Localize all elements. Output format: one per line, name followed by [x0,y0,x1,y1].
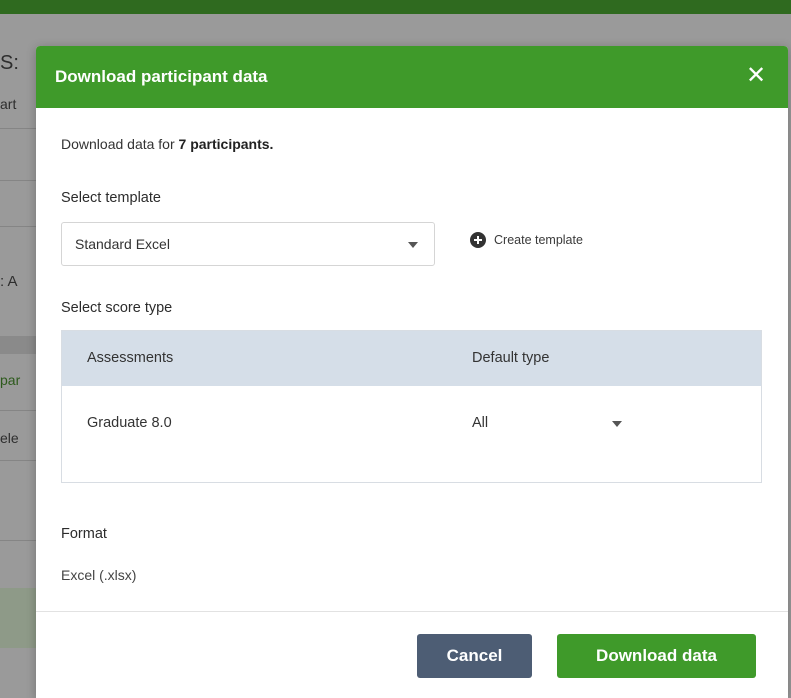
select-score-type-label: Select score type [61,300,173,316]
background-text-fragment: : A [0,273,18,290]
background-top-bar [0,0,791,14]
format-value: Excel (.xlsx) [61,567,137,583]
template-select[interactable]: Standard Excel [61,222,435,266]
create-template-link[interactable]: Create template [470,232,583,248]
background-divider [0,226,40,227]
background-text-fragment: ele [0,430,19,446]
background-block [0,336,40,354]
dialog-title: Download participant data [55,67,268,86]
close-icon[interactable]: ✕ [744,64,768,88]
assessment-name-cell: Graduate 8.0 [87,415,172,431]
background-divider [0,128,40,129]
background-block [0,588,40,648]
chevron-down-icon [408,242,418,248]
participant-count-text: Download data for 7 participants. [61,136,273,152]
background-divider [0,460,40,461]
chevron-down-icon [612,421,622,427]
background-divider [0,410,40,411]
dialog-footer-divider [36,611,788,612]
select-template-label: Select template [61,190,161,206]
score-type-table: Assessments Default type Graduate 8.0 Al… [61,330,762,483]
download-data-button[interactable]: Download data [557,634,756,678]
participant-count: 7 participants. [178,136,274,152]
default-type-column-header: Default type [472,350,550,366]
default-type-select[interactable]: All [472,407,642,441]
background-divider [0,540,40,541]
background-heading-fragment: S: [0,52,19,74]
background-link-fragment: par [0,372,21,388]
table-header-row: Assessments Default type [62,331,761,386]
download-participant-data-dialog: Download participant data ✕ Download dat… [36,46,788,698]
assessments-column-header: Assessments [87,350,174,366]
dialog-header: Download participant data ✕ [36,46,788,108]
intro-prefix: Download data for [61,136,179,152]
background-text-fragment: art [0,96,17,112]
cancel-button[interactable]: Cancel [417,634,532,678]
default-type-value: All [472,415,489,431]
background-divider [0,180,40,181]
format-label: Format [61,526,107,542]
template-select-value: Standard Excel [75,236,170,252]
create-template-label: Create template [494,233,583,247]
plus-circle-icon [470,232,486,248]
